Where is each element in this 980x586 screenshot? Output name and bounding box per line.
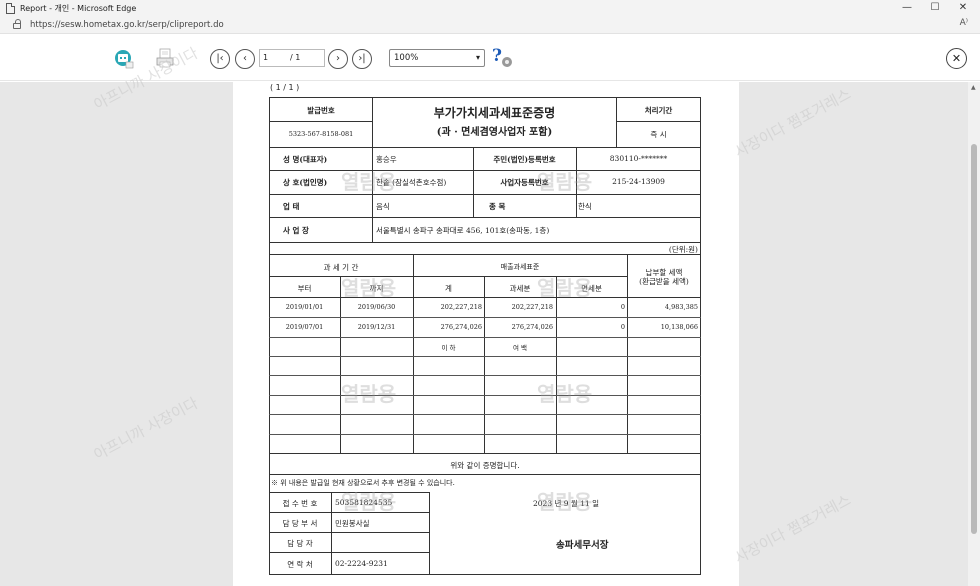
receipt-no-value: 503581824535 (335, 498, 393, 507)
staff-label: 담 당 자 (287, 539, 313, 548)
taxable-header: 과세분 (509, 284, 531, 293)
period-to-header: 까지 (369, 284, 384, 293)
dept-label: 담 당 부 서 (282, 519, 318, 528)
notice-text: ※ 위 내용은 발급일 현재 상황으로서 추후 변경될 수 있습니다. (271, 479, 455, 487)
row-to: 2019/06/30 (357, 303, 396, 311)
row-exempt: 0 (620, 303, 625, 311)
total-header: 계 (445, 284, 452, 293)
row-to: 2019/12/31 (357, 323, 396, 331)
row-total: 202,227,218 (440, 303, 482, 311)
business-site-label: 사 업 장 (283, 226, 309, 235)
name-label: 성 명(대표자) (283, 155, 328, 164)
sales-base-header: 매출과세표준 (500, 263, 540, 271)
tax-refund-header: (환급받을 세액) (639, 277, 689, 286)
contact-label: 연 락 처 (287, 560, 313, 569)
document-frame (269, 97, 701, 575)
business-site-value: 서울특별시 송파구 송파대로 456, 101호(송파동, 1층) (376, 226, 550, 235)
row-taxable: 276,274,026 (511, 323, 553, 331)
business-item-label: 종 목 (489, 202, 506, 211)
row-tax: 4,983,385 (664, 303, 698, 311)
company-label: 상 호(법인명) (283, 178, 328, 187)
tax-period-header: 과 세 기 간 (323, 263, 359, 272)
document-title: 부가가치세과세표준증명 (433, 106, 556, 120)
issue-date: 2023 년 9 월 11 일 (533, 499, 600, 508)
processing-period-value: 즉 시 (650, 130, 667, 139)
processing-period-label: 처리기간 (644, 106, 673, 115)
certificate-document: 발급번호 5323-567-8158-081 부가가치세과세표준증명 (과 · … (0, 0, 980, 586)
resident-no-value: 830110-******* (609, 154, 668, 163)
row-from: 2019/07/01 (285, 323, 324, 331)
row-total: 276,274,026 (440, 323, 482, 331)
certify-text: 위와 같이 증명합니다. (450, 461, 520, 470)
issue-no-value: 5323-567-8158-081 (288, 130, 354, 138)
tax-office-name: 송파세무서장 (556, 540, 609, 551)
dept-value: 민원봉사실 (335, 519, 370, 528)
exempt-header: 면세분 (581, 284, 602, 293)
row-taxable: 202,227,218 (511, 303, 553, 311)
business-type-label: 업 태 (283, 202, 300, 211)
company-value: 한솥 (잠실석촌호수점) (376, 178, 447, 187)
row-exempt: 0 (620, 323, 625, 331)
business-no-value: 215-24-13909 (612, 177, 665, 186)
document-subtitle: (과 · 면세겸영사업자 포함) (436, 127, 553, 138)
resident-no-label: 주민(법인)등록번호 (493, 155, 556, 164)
issue-no-label: 발급번호 (307, 106, 335, 115)
blank-marker-right: 여 백 (512, 344, 528, 352)
row-from: 2019/01/01 (285, 303, 324, 311)
business-no-label: 사업자등록번호 (500, 178, 549, 187)
business-type-value: 음식 (376, 202, 390, 211)
business-item-value: 한식 (578, 202, 592, 211)
row-tax: 10,138,066 (660, 323, 698, 331)
name-value: 홍승우 (376, 155, 397, 164)
receipt-no-label: 접 수 번 호 (282, 499, 318, 508)
period-from-header: 부터 (297, 284, 312, 293)
contact-value: 02-2224-9231 (335, 559, 388, 568)
blank-marker-left: 이 하 (441, 344, 456, 352)
